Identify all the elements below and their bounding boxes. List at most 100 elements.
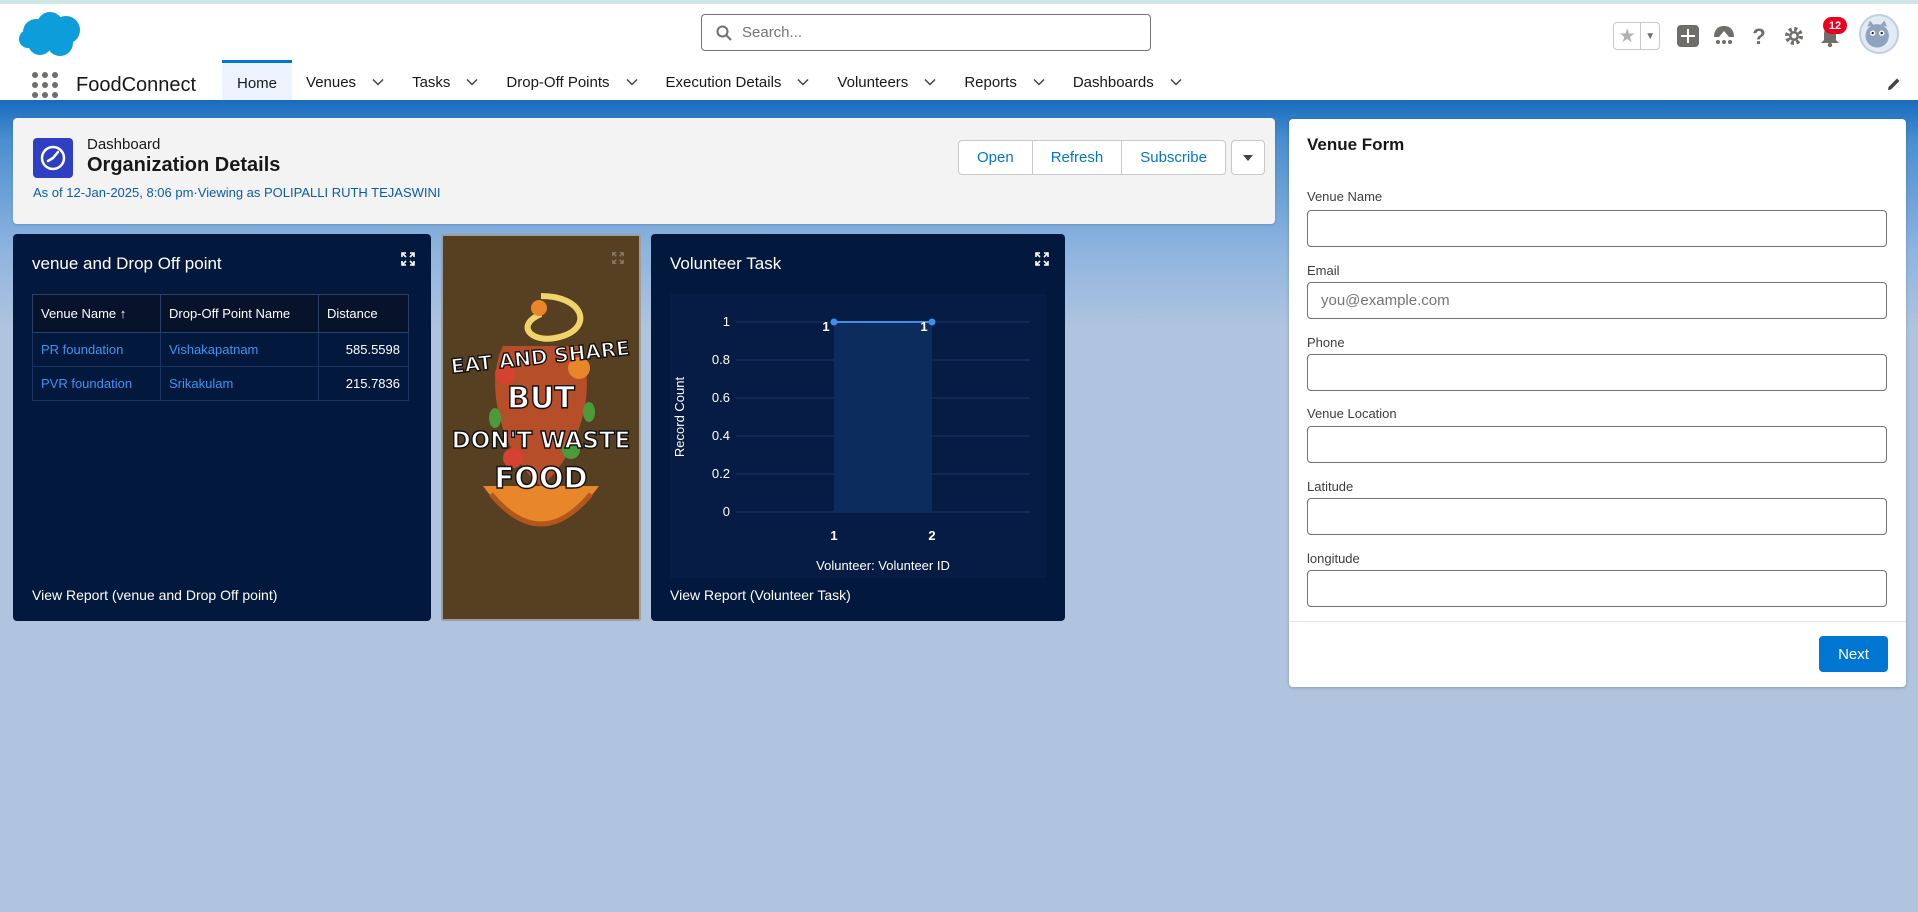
longitude-input[interactable] — [1307, 570, 1887, 607]
food-poster-image: EAT AND SHARE BUT DON'T WASTE FOOD — [441, 234, 641, 621]
tab-drop-off-points[interactable]: Drop-Off Points — [492, 60, 651, 104]
venue-link[interactable]: PR foundation — [32, 332, 161, 367]
view-report-link[interactable]: View Report (venue and Drop Off point) — [32, 587, 277, 603]
svg-text:?: ? — [1752, 24, 1765, 48]
expand-icon[interactable] — [401, 252, 415, 266]
search-icon — [716, 25, 732, 41]
latitude-input[interactable] — [1307, 498, 1887, 535]
dashboard-actions: Open Refresh Subscribe — [958, 140, 1265, 175]
tab-label: Tasks — [412, 73, 451, 91]
tab-label: Reports — [964, 73, 1017, 91]
chevron-down-icon[interactable] — [466, 76, 478, 88]
y-tick-label: 0.4 — [712, 428, 730, 443]
tab-label: Drop-Off Points — [506, 73, 610, 91]
venue-dropoff-widget: venue and Drop Off point Venue Name ↑ Dr… — [13, 234, 431, 621]
series-area — [834, 322, 932, 512]
poster-line: FOOD — [494, 461, 587, 495]
chevron-down-icon[interactable] — [625, 76, 638, 88]
tab-label: Venues — [306, 73, 357, 91]
star-icon[interactable]: ★ — [1614, 23, 1642, 49]
email-input[interactable] — [1307, 282, 1887, 319]
y-axis-title: Record Count — [672, 377, 687, 458]
table-header-row: Venue Name ↑ Drop-Off Point Name Distanc… — [32, 294, 409, 333]
notification-badge: 12 — [1823, 17, 1847, 34]
venue-dropoff-table: Venue Name ↑ Drop-Off Point Name Distanc… — [32, 294, 409, 401]
dashboard-kind-label: Dashboard — [87, 136, 161, 153]
phone-label: Phone — [1307, 335, 1345, 350]
poster-text: EAT AND SHARE BUT DON'T WASTE FOOD — [449, 335, 632, 496]
email-label: Email — [1307, 263, 1340, 278]
venue-name-input[interactable] — [1307, 210, 1887, 247]
setup-gear-icon[interactable] — [1781, 23, 1807, 49]
global-header: Search... ★ ▼ ? 12 FoodConnect Home Venu… — [0, 4, 1918, 104]
next-button[interactable]: Next — [1819, 636, 1888, 672]
app-name: FoodConnect — [76, 74, 197, 96]
chevron-down-icon[interactable] — [797, 76, 809, 88]
longitude-label: longitude — [1307, 551, 1360, 566]
x-tick-label: 1 — [830, 528, 837, 543]
volunteer-task-chart: 0 0.2 0.4 0.6 0.8 1 1 1 1 2 Volunteer: Volunteer I… — [670, 294, 1046, 578]
distance-value: 215.7836 — [318, 366, 409, 401]
dropoff-link[interactable]: Vishakapatnam — [160, 332, 319, 367]
caret-down-icon — [1242, 154, 1253, 161]
global-search-box[interactable]: Search... — [701, 14, 1151, 51]
poster-line: BUT — [507, 381, 575, 416]
help-icon[interactable]: ? — [1746, 23, 1772, 49]
data-point — [830, 318, 838, 326]
widget-title: venue and Drop Off point — [32, 254, 222, 273]
tab-label: Volunteers — [837, 73, 909, 91]
dropoff-link[interactable]: Srikakulam — [160, 366, 319, 401]
favorites-dropdown-icon[interactable]: ▼ — [1641, 23, 1659, 49]
y-tick-label: 0.6 — [712, 390, 730, 405]
tab-volunteers[interactable]: Volunteers — [823, 60, 950, 104]
poster-line: DON'T WASTE — [452, 428, 631, 454]
more-actions-button[interactable] — [1230, 140, 1265, 175]
column-header-venue-name[interactable]: Venue Name ↑ — [32, 294, 161, 333]
view-report-link[interactable]: View Report (Volunteer Task) — [670, 587, 851, 603]
open-button[interactable]: Open — [958, 140, 1033, 175]
y-tick-label: 0.2 — [712, 466, 730, 481]
venue-form: Venue Form Venue Name Email Phone Venue … — [1289, 119, 1906, 687]
table-row: PVR foundation Srikakulam 215.7836 — [32, 366, 409, 401]
favorites-group[interactable]: ★ ▼ — [1613, 22, 1660, 50]
user-avatar[interactable] — [1859, 14, 1899, 54]
phone-input[interactable] — [1307, 354, 1887, 391]
trailhead-icon[interactable] — [1711, 23, 1737, 49]
chevron-down-icon[interactable] — [1033, 76, 1045, 88]
y-tick-label: 0 — [723, 504, 730, 519]
x-tick-label: 2 — [928, 528, 935, 543]
tab-execution-details[interactable]: Execution Details — [652, 60, 824, 104]
data-point — [928, 318, 936, 326]
dashboard-gauge-icon — [33, 138, 73, 178]
expand-icon[interactable] — [612, 252, 624, 264]
tab-label: Execution Details — [665, 73, 782, 91]
refresh-button[interactable]: Refresh — [1031, 140, 1123, 175]
dashboard-meta: As of 12-Jan-2025, 8:06 pm·Viewing as PO… — [33, 185, 441, 200]
dashboard-header: Dashboard Organization Details As of 12-… — [13, 118, 1275, 224]
tab-dashboards[interactable]: Dashboards — [1059, 60, 1196, 104]
edit-nav-pencil-icon[interactable] — [1886, 76, 1902, 92]
tab-tasks[interactable]: Tasks — [398, 60, 492, 104]
app-launcher-icon[interactable] — [32, 72, 58, 98]
data-label: 1 — [920, 319, 927, 334]
chevron-down-icon[interactable] — [1170, 76, 1182, 88]
tab-reports[interactable]: Reports — [950, 60, 1059, 104]
column-header-distance[interactable]: Distance — [318, 294, 409, 333]
tab-venues[interactable]: Venues — [292, 60, 398, 104]
distance-value: 585.5598 — [318, 332, 409, 367]
column-header-drop-off-point[interactable]: Drop-Off Point Name — [160, 294, 319, 333]
chevron-down-icon[interactable] — [372, 76, 384, 88]
expand-icon[interactable] — [1035, 252, 1049, 266]
table-row: PR foundation Vishakapatnam 585.5598 — [32, 332, 409, 367]
salesforce-cloud-logo[interactable] — [18, 10, 84, 58]
x-axis-title: Volunteer: Volunteer ID — [816, 558, 950, 573]
venue-location-input[interactable] — [1307, 426, 1887, 463]
venue-link[interactable]: PVR foundation — [32, 366, 161, 401]
subscribe-button[interactable]: Subscribe — [1121, 140, 1226, 175]
chevron-down-icon[interactable] — [924, 76, 936, 88]
app-navigation-bar: FoodConnect Home Venues Tasks Drop-Off P… — [0, 60, 1918, 104]
tab-home[interactable]: Home — [222, 60, 293, 104]
nav-tabs: Home Venues Tasks Drop-Off Points Execut… — [222, 60, 1196, 104]
dashboard-title: Organization Details — [87, 154, 281, 176]
global-actions-icon[interactable] — [1675, 23, 1701, 49]
